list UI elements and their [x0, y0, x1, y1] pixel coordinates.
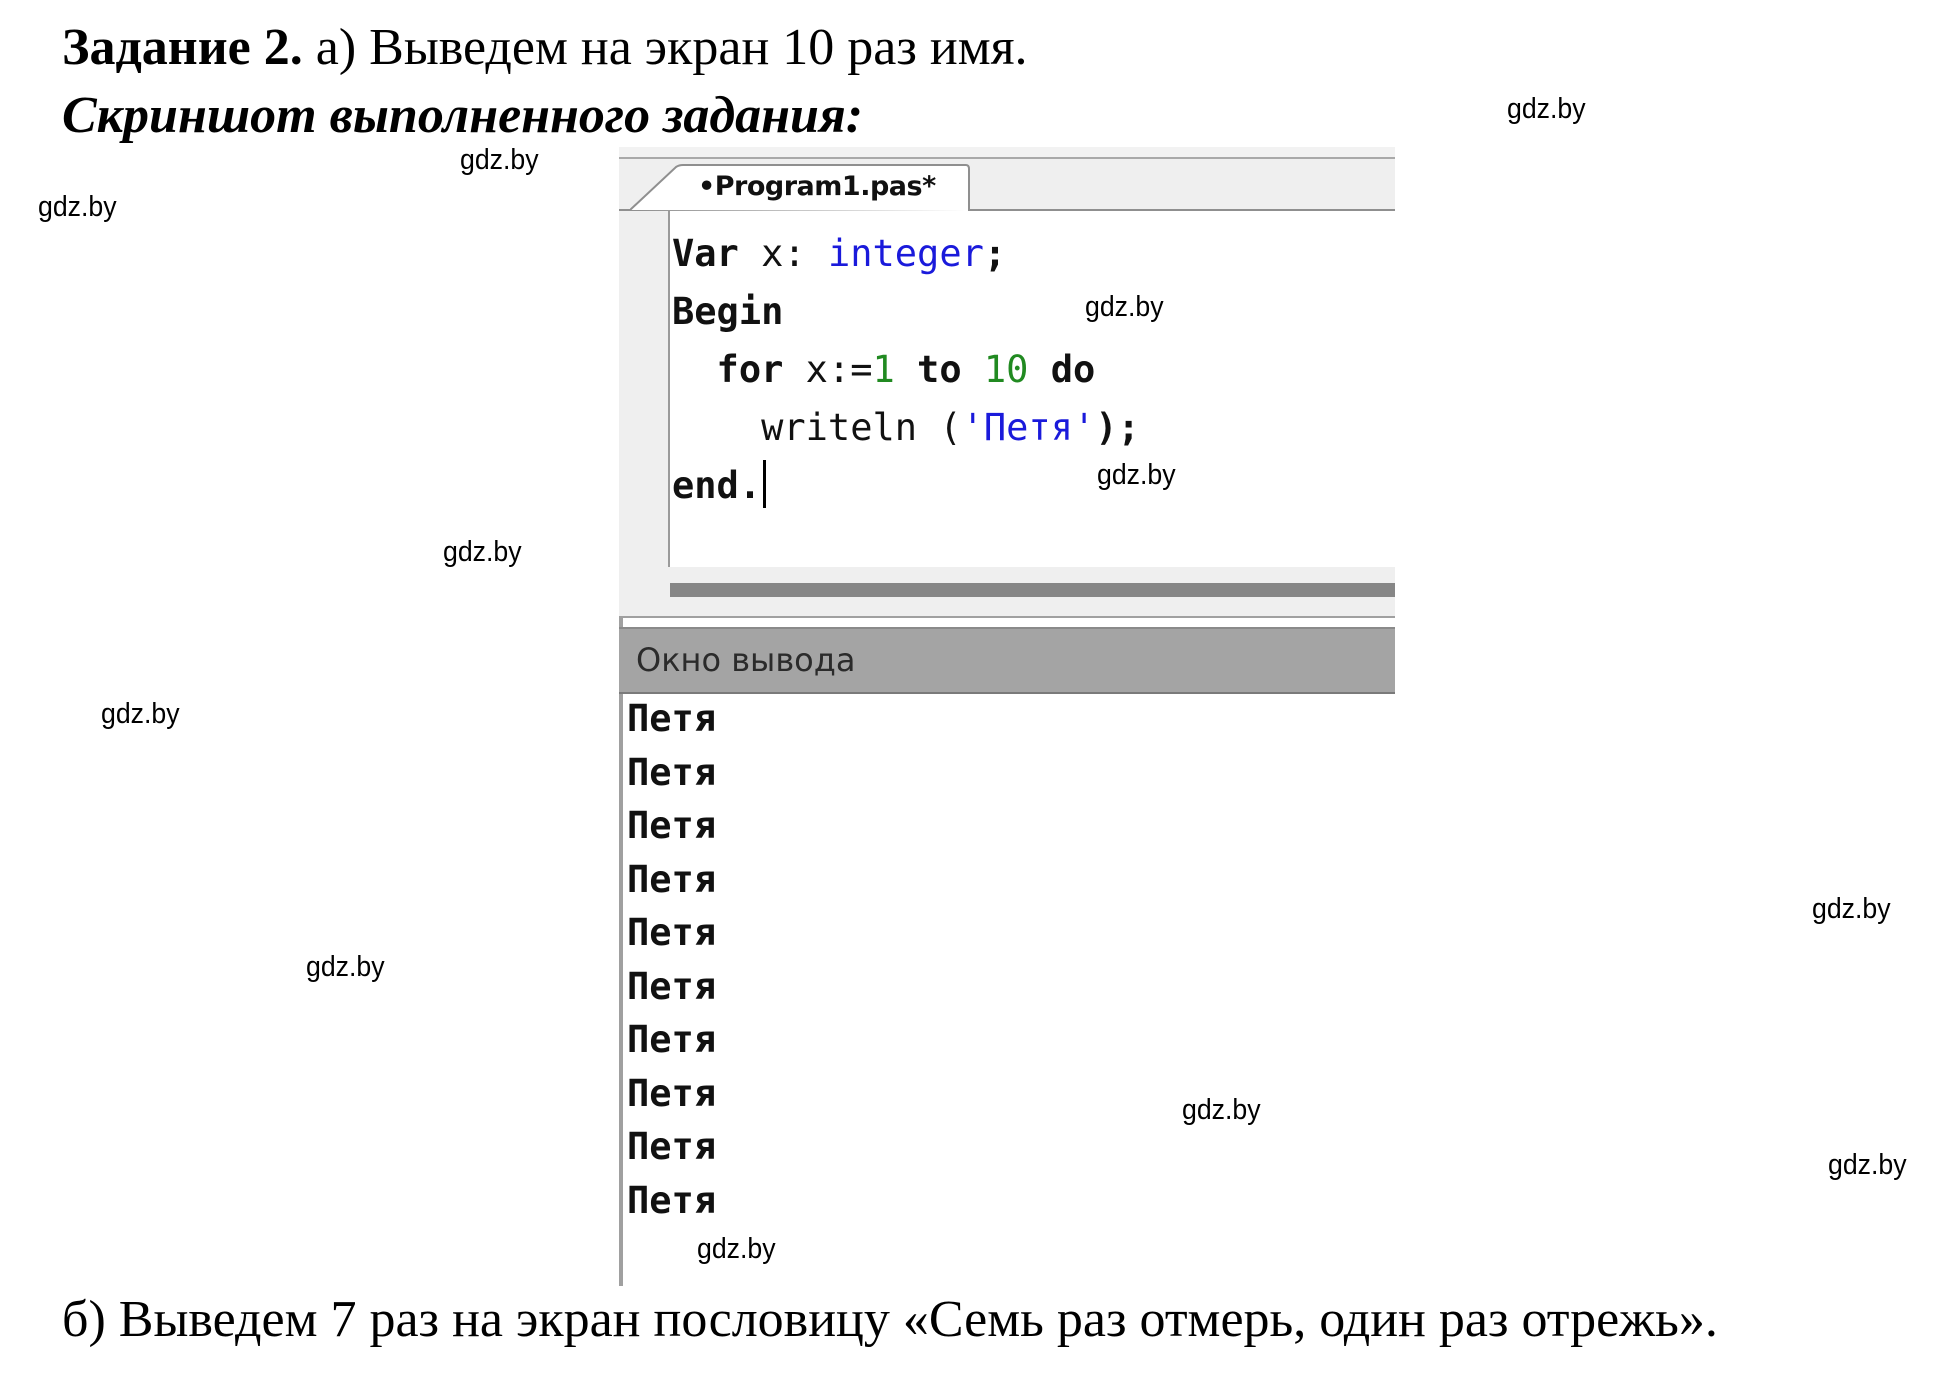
output-line: Петя: [627, 911, 717, 954]
watermark: gdz.by: [306, 951, 385, 983]
line-gutter: [619, 211, 670, 567]
watermark: gdz.by: [101, 698, 180, 730]
editor-top-bar: [619, 147, 1395, 159]
code-token-kw: for: [672, 348, 784, 391]
code-token-kw: to: [894, 348, 984, 391]
code-token-str: 'Петя': [961, 406, 1096, 449]
code-line[interactable]: Var x: integer;: [672, 225, 1140, 283]
watermark: gdz.by: [1085, 291, 1164, 323]
code-token-num: 10: [983, 348, 1029, 391]
code-token-num: 1: [872, 348, 895, 391]
code-token-kw: Begin: [672, 290, 784, 333]
code-token-kw: ;: [983, 232, 1007, 275]
code-token-type: integer: [827, 232, 984, 275]
task-label: Задание 2.: [62, 19, 303, 76]
task-text: а) Выведем на экран 10 раз имя.: [302, 19, 1028, 76]
code-token-kw: );: [1095, 406, 1140, 449]
watermark: gdz.by: [1097, 459, 1176, 491]
output-line: Петя: [627, 1071, 717, 1115]
code-line[interactable]: Begin: [672, 283, 1140, 341]
watermark: gdz.by: [1812, 893, 1891, 925]
output-line: Петя: [627, 857, 717, 901]
output-panel-header: Окно вывода: [619, 627, 1395, 694]
code-token-plain: writeln: [672, 406, 940, 449]
watermark: gdz.by: [697, 1233, 776, 1265]
output-panel-body: Петя Петя Петя Петя Петя Петя Петя Петя Петя Петя: [623, 692, 1395, 1252]
horizontal-scrollbar[interactable]: [619, 567, 1395, 618]
output-line: Петя: [627, 750, 717, 794]
watermark: gdz.by: [1182, 1094, 1261, 1126]
code-token-kw: end.: [672, 464, 762, 507]
tab-title: •Program1.pas*: [698, 171, 936, 202]
watermark: gdz.by: [1828, 1149, 1907, 1181]
code-line[interactable]: writeln ('Петя');: [672, 399, 1140, 457]
output-line: Петя: [627, 804, 717, 847]
watermark: gdz.by: [443, 536, 522, 568]
code-token-kw: do: [1028, 348, 1096, 391]
code-text[interactable]: Var x: integer; Begin for x:=1 to 10 do w…: [672, 225, 1140, 515]
editor-tab-strip: •Program1.pas*: [619, 159, 1395, 211]
output-line: Петя: [627, 964, 717, 1008]
output-line: Петя: [627, 1125, 717, 1168]
code-token-plain: (: [939, 406, 962, 449]
code-token-plain: x:: [738, 232, 828, 275]
task-b-text: б) Выведем 7 раз на экран пословицу «Сем…: [62, 1291, 1718, 1348]
watermark: gdz.by: [460, 144, 539, 176]
output-line: Петя: [627, 1178, 717, 1222]
output-line: Петя: [627, 697, 717, 740]
tab-program1[interactable]: •Program1.pas*: [630, 164, 970, 211]
code-token-kw: Var: [672, 232, 739, 275]
code-line[interactable]: end.: [672, 457, 1140, 515]
scrollbar-thumb[interactable]: [670, 583, 1395, 597]
code-area[interactable]: Var x: integer; Begin for x:=1 to 10 do w…: [619, 211, 1395, 567]
output-panel-title: Окно вывода: [636, 641, 856, 679]
watermark: gdz.by: [38, 191, 117, 223]
code-token-plain: x:=: [783, 348, 873, 391]
watermark: gdz.by: [1507, 93, 1586, 125]
task-heading: Задание 2. а) Выведем на экран 10 раз им…: [62, 18, 1028, 78]
code-line[interactable]: for x:=1 to 10 do: [672, 341, 1140, 399]
code-editor-window: •Program1.pas* Var x: integer; Begin for …: [619, 147, 1395, 618]
output-line: Петя: [627, 1018, 717, 1061]
text-caret: [763, 460, 767, 508]
screenshot-subtitle: Скриншот выполненного задания:: [62, 87, 864, 144]
